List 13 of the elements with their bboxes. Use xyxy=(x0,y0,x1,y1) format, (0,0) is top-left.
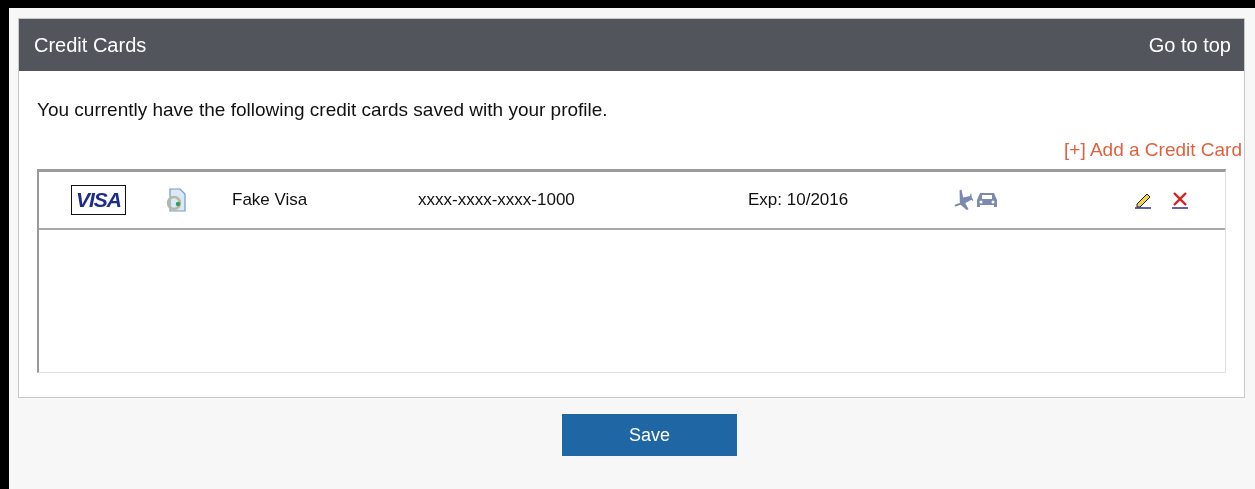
save-button[interactable]: Save xyxy=(562,414,737,456)
go-to-top-link[interactable]: Go to top xyxy=(1148,33,1231,57)
panel-title: Credit Cards xyxy=(34,33,147,57)
card-brand-logo: VISA xyxy=(71,185,126,215)
card-number: xxxx-xxxx-xxxx-1000 xyxy=(418,190,576,210)
intro-text: You currently have the following credit cards saved with your profile. xyxy=(37,99,609,121)
delete-icon[interactable] xyxy=(1171,191,1189,209)
document-icon xyxy=(164,187,188,213)
car-icon xyxy=(975,190,999,210)
card-expiry: Exp: 10/2016 xyxy=(748,190,850,210)
card-name: Fake Visa xyxy=(232,190,309,210)
add-credit-card-link[interactable]: [+] Add a Credit Card xyxy=(1064,139,1242,161)
edit-icon[interactable] xyxy=(1133,191,1153,209)
